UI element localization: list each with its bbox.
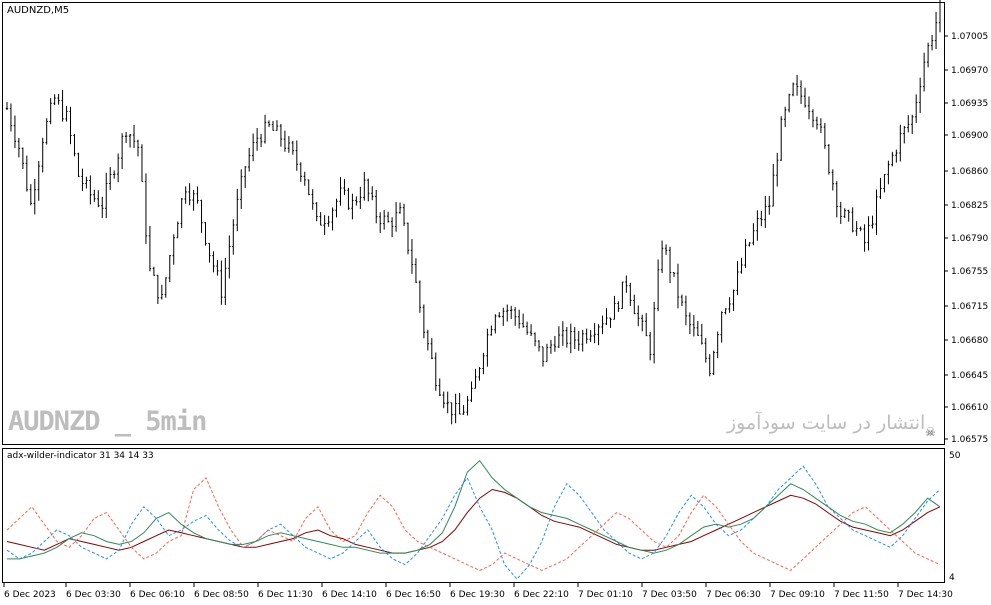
x-tick-label: 6 Dec 08:50 <box>194 590 249 600</box>
x-tick-label: 7 Dec 09:10 <box>770 590 825 600</box>
y-tick-label: 1.06825 <box>951 201 988 211</box>
watermark-right: انتشار در سایت سودآموز <box>727 412 926 434</box>
x-tick-label: 6 Dec 22:10 <box>514 590 569 600</box>
y-tick-label: 1.07005 <box>951 32 988 42</box>
x-tick-label: 6 Dec 16:50 <box>386 590 441 600</box>
x-tick-label: 7 Dec 06:30 <box>706 590 761 600</box>
y-tick-label: 1.06645 <box>951 371 988 381</box>
skull-icon: ☠ <box>925 425 936 439</box>
indicator-series-1 <box>6 488 941 554</box>
y-tick-label: 1.06790 <box>951 234 988 244</box>
x-tick-label: 7 Dec 14:30 <box>898 590 953 600</box>
y-tick-label: 1.06715 <box>951 302 988 312</box>
indicator-series-2 <box>6 465 941 580</box>
y-tick-label: 1.06575 <box>951 435 988 445</box>
y-tick-label: 1.06680 <box>951 336 988 346</box>
y-tick-label: 1.06900 <box>951 131 988 141</box>
x-tick-label: 6 Dec 14:10 <box>322 590 377 600</box>
y-tick-label: 1.06860 <box>951 167 988 177</box>
x-tick-label: 6 Dec 2023 <box>4 590 56 600</box>
indicator-y-tick-label: 50 <box>949 451 961 461</box>
x-tick-label: 6 Dec 03:30 <box>66 590 121 600</box>
y-tick-label: 1.06610 <box>951 403 988 413</box>
indicator-y-tick-label: 4 <box>949 573 955 583</box>
x-tick-label: 7 Dec 03:50 <box>642 590 697 600</box>
symbol-label: AUDNZD,M5 <box>7 5 70 16</box>
y-tick-label: 1.06755 <box>951 267 988 277</box>
x-tick-label: 7 Dec 11:50 <box>834 590 889 600</box>
x-tick-label: 7 Dec 01:10 <box>578 590 633 600</box>
y-tick-label: 1.06935 <box>951 99 988 109</box>
y-tick-label: 1.06970 <box>951 66 988 76</box>
price-chart-svg: 1.07005 1.06970 1.06935 1.06900 1.06860 1.068… <box>3 0 988 600</box>
indicator-label: adx-wilder-indicator 31 34 14 33 <box>7 451 154 461</box>
watermark-left: AUDNZD _ 5min <box>8 406 207 437</box>
x-tick-label: 6 Dec 19:30 <box>450 590 505 600</box>
x-tick-label: 6 Dec 11:30 <box>258 590 313 600</box>
x-tick-label: 6 Dec 06:10 <box>130 590 185 600</box>
